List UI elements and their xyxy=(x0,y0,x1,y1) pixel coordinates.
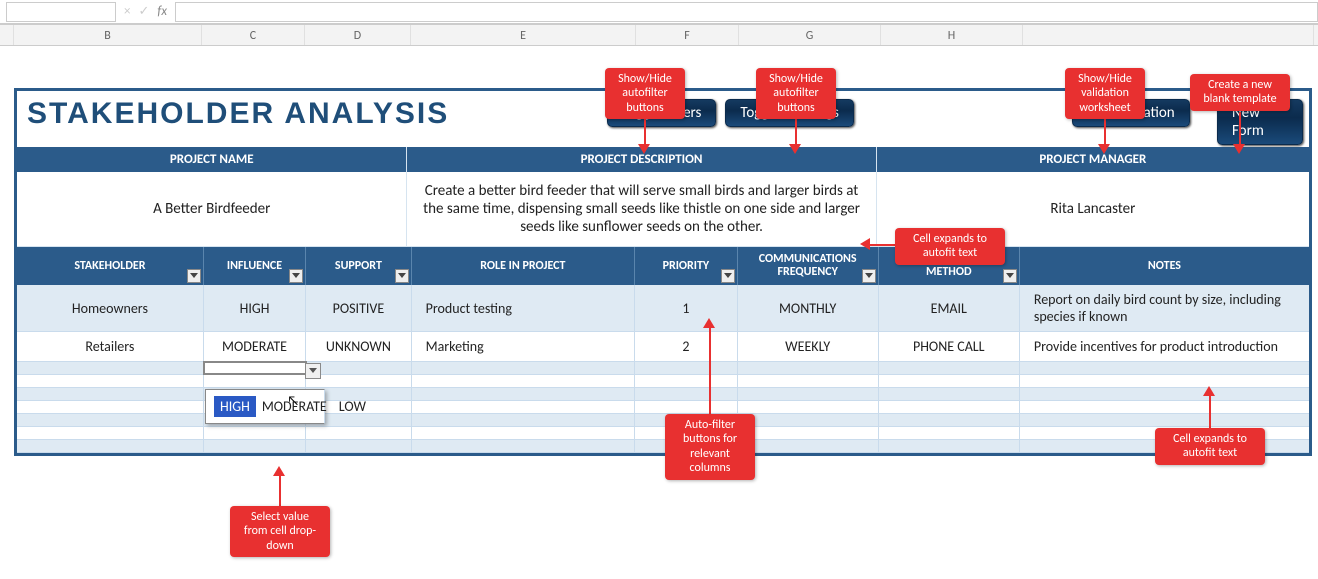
accept-icon[interactable]: ✓ xyxy=(138,4,149,19)
cursor-icon: ↖ xyxy=(287,392,299,409)
page-title: STAKEHOLDER ANALYSIS xyxy=(27,97,449,131)
callout-cell-expands-desc: Cell expands to autofit text xyxy=(895,228,1005,265)
col-header-D[interactable]: D xyxy=(305,25,411,45)
cell-influence[interactable]: HIGH xyxy=(204,285,306,331)
col-header-E[interactable]: E xyxy=(411,25,636,45)
influence-dropdown[interactable]: HIGH MODERATE LOW xyxy=(205,389,325,424)
col-stakeholder: STAKEHOLDER xyxy=(17,247,204,285)
band-project-name: PROJECT NAME xyxy=(17,147,407,172)
filter-icon[interactable] xyxy=(395,269,409,283)
col-header-F[interactable]: F xyxy=(636,25,739,45)
col-role: ROLE IN PROJECT xyxy=(412,247,636,285)
cell-support[interactable]: POSITIVE xyxy=(306,285,411,331)
col-header-H[interactable]: H xyxy=(881,25,1023,45)
callout-new-form: Create a new blank template xyxy=(1190,74,1290,111)
table-row xyxy=(17,427,1309,440)
cell-stakeholder[interactable]: Homeowners xyxy=(17,285,204,331)
col-priority: PRIORITY xyxy=(635,247,737,285)
callout-toggle-filters: Show/Hide autofilter buttons xyxy=(605,68,685,119)
callout-toggle-headings: Show/Hide autofilter buttons xyxy=(756,68,836,119)
cell-freq[interactable]: MONTHLY xyxy=(738,285,879,331)
filter-icon[interactable] xyxy=(862,269,876,283)
cell-method[interactable] xyxy=(879,362,1020,374)
table-row: Homeowners HIGH POSITIVE Product testing… xyxy=(17,285,1309,332)
cell-notes[interactable]: Provide incentives for product introduct… xyxy=(1020,332,1309,361)
col-header-B[interactable]: B xyxy=(14,25,202,45)
callout-cell-expands-notes: Cell expands to autofit text xyxy=(1155,428,1265,465)
filter-icon[interactable] xyxy=(721,269,735,283)
callout-edit-validation: Show/Hide validation worksheet xyxy=(1065,68,1145,119)
grid-header-row: STAKEHOLDER INFLUENCE SUPPORT ROLE IN PR… xyxy=(17,247,1309,285)
cell-priority[interactable]: 2 xyxy=(635,332,737,361)
table-row: HIGH MODERATE LOW ↖ xyxy=(17,362,1309,375)
cell-role[interactable]: Marketing xyxy=(412,332,636,361)
name-box[interactable] xyxy=(6,2,116,22)
fx-icon[interactable]: fx xyxy=(157,4,167,19)
project-info-row: A Better Birdfeeder Create a better bird… xyxy=(17,172,1309,247)
project-desc-cell[interactable]: Create a better bird feeder that will se… xyxy=(407,172,876,247)
col-influence: INFLUENCE xyxy=(204,247,306,285)
cancel-icon[interactable]: × xyxy=(124,4,130,19)
cell-notes[interactable]: Report on daily bird count by size, incl… xyxy=(1020,285,1309,331)
project-name-cell[interactable]: A Better Birdfeeder xyxy=(17,172,407,247)
formula-input[interactable] xyxy=(175,2,1318,22)
cell-role[interactable]: Product testing xyxy=(412,285,636,331)
dropdown-option[interactable]: HIGH xyxy=(214,396,256,417)
cell-influence-active[interactable] xyxy=(204,362,306,374)
col-header-C[interactable]: C xyxy=(202,25,305,45)
table-row xyxy=(17,375,1309,388)
cell-stakeholder[interactable] xyxy=(17,362,204,374)
cell-stakeholder[interactable]: Retailers xyxy=(17,332,204,361)
dropdown-option[interactable]: LOW xyxy=(333,396,372,417)
callout-select-value: Select value from cell drop- down xyxy=(230,506,330,557)
cell-method[interactable]: PHONE CALL xyxy=(879,332,1020,361)
table-row xyxy=(17,440,1309,453)
callout-autofilter-columns: Auto-filter buttons for relevant columns xyxy=(665,414,755,480)
filter-icon[interactable] xyxy=(187,269,201,283)
col-notes: NOTES xyxy=(1020,247,1309,285)
cell-priority[interactable]: 1 xyxy=(635,285,737,331)
cell-support[interactable]: UNKNOWN xyxy=(306,332,411,361)
filter-icon[interactable] xyxy=(289,269,303,283)
cell-freq[interactable]: WEEKLY xyxy=(738,332,879,361)
col-header-G[interactable]: G xyxy=(739,25,881,45)
dropdown-icon[interactable] xyxy=(305,363,321,379)
cell-notes[interactable] xyxy=(1020,362,1309,374)
cell-priority[interactable] xyxy=(635,362,737,374)
cell-role[interactable] xyxy=(412,362,636,374)
cell-support[interactable] xyxy=(306,362,411,374)
col-support: SUPPORT xyxy=(306,247,411,285)
template-border: STAKEHOLDER ANALYSIS Toggle Filters Togg… xyxy=(14,88,1312,456)
col-comm-freq: COMMUNICATIONS FREQUENCY xyxy=(738,247,879,285)
col-header-I[interactable] xyxy=(1023,25,1314,45)
column-headers: B C D E F G H xyxy=(0,24,1318,46)
band-project-headers: PROJECT NAME PROJECT DESCRIPTION PROJECT… xyxy=(17,147,1309,172)
filter-icon[interactable] xyxy=(1003,269,1017,283)
table-row: Retailers MODERATE UNKNOWN Marketing 2 W… xyxy=(17,332,1309,362)
cell-freq[interactable] xyxy=(738,362,879,374)
cell-method[interactable]: EMAIL xyxy=(879,285,1020,331)
formula-bar: × ✓ fx xyxy=(0,0,1318,24)
cell-influence[interactable]: MODERATE xyxy=(204,332,306,361)
